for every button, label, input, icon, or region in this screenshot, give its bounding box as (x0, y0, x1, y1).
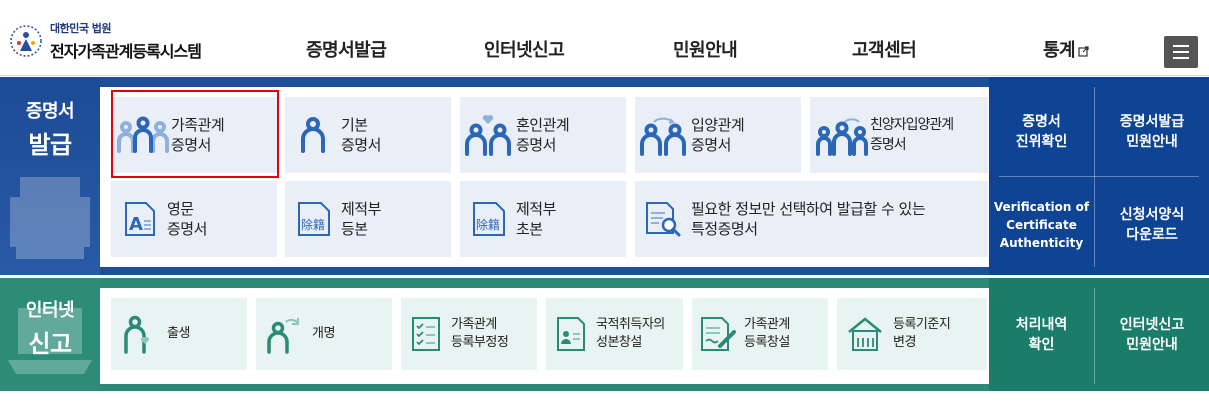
certificate-guide-link[interactable]: 증명서발급 민원안내 (1095, 99, 1209, 165)
tile-rename-report[interactable]: 개명 (256, 298, 392, 370)
tile-adoption-cert[interactable]: 입양관계 증명서 (635, 97, 801, 173)
process-history-link[interactable]: 처리내역 확인 (989, 300, 1094, 370)
tile-marriage-cert-label: 혼인관계 증명서 (516, 116, 570, 154)
tile-rename-report-label: 개명 (312, 326, 335, 341)
tile-base-address-change[interactable]: 등록기준지 변경 (837, 298, 987, 370)
nav-internet-report[interactable]: 인터넷신고 (484, 36, 565, 62)
tile-base-address-change-label: 등록기준지 변경 (893, 317, 951, 350)
nav-customer-center[interactable]: 고객센터 (852, 36, 917, 62)
tile-english-cert-label: 영문 증명서 (167, 200, 207, 238)
removed-register-icon: 除籍 (460, 191, 516, 247)
hamburger-menu-button[interactable] (1164, 36, 1198, 68)
adoption-icon (635, 107, 691, 163)
tile-specific-cert[interactable]: 필요한 정보만 선택하여 발급할 수 있는 특정증명서 (635, 181, 988, 257)
house-icon (837, 306, 893, 362)
report-side-menu: 처리내역 확인 인터넷신고 민원안내 (989, 278, 1209, 391)
svg-text:A: A (129, 214, 143, 235)
family-adoption-icon (814, 107, 870, 163)
couple-heart-icon (460, 107, 516, 163)
tile-marriage-cert[interactable]: 혼인관계 증명서 (460, 97, 626, 173)
id-card-icon (546, 306, 596, 362)
top-header: 대한민국 법원 전자가족관계등록시스템 증명서발급 인터넷신고 민원안내 고객센… (0, 0, 1209, 76)
person-icon (285, 107, 341, 163)
external-link-icon (1078, 41, 1089, 62)
tile-naturalized-surname[interactable]: 국적취득자의 성본창설 (546, 298, 683, 370)
internet-report-section-title: 인터넷 신고 (25, 300, 75, 358)
tile-removed-register-abstract-label: 제적부 초본 (516, 200, 556, 238)
nav-civil-guide[interactable]: 민원안내 (673, 36, 738, 62)
nav-statistics[interactable]: 통계 (1043, 36, 1089, 62)
tile-naturalized-surname-label: 국적취득자의 성본창설 (596, 317, 665, 350)
search-doc-icon (635, 191, 691, 247)
tile-register-creation-label: 가족관계 등록창설 (744, 317, 790, 350)
document-pen-icon (692, 306, 744, 362)
tile-full-adoption-cert-label: 친양자입양관계 증명서 (870, 117, 954, 153)
tile-full-adoption-cert[interactable]: 친양자입양관계 증명서 (810, 97, 988, 173)
svg-text:除籍: 除籍 (476, 217, 500, 232)
removed-register-icon: 除籍 (285, 191, 341, 247)
tile-birth-report[interactable]: 출생 (111, 298, 247, 370)
tile-removed-register-abstract[interactable]: 除籍 제적부 초본 (460, 181, 626, 257)
tile-birth-report-label: 출생 (167, 326, 190, 341)
court-emblem-icon (6, 21, 46, 61)
selection-highlight (111, 90, 279, 178)
certificate-verify-link[interactable]: 증명서 진위확인 (989, 99, 1094, 165)
tile-register-correction-label: 가족관계 등록부정정 (451, 317, 509, 350)
verification-authenticity-link[interactable]: Verification of Certificate Authenticity (989, 189, 1094, 261)
tile-adoption-cert-label: 입양관계 증명서 (691, 116, 745, 154)
tile-specific-cert-label: 필요한 정보만 선택하여 발급할 수 있는 특정증명서 (691, 200, 926, 238)
english-doc-icon: A (111, 191, 167, 247)
birth-icon (111, 306, 167, 362)
tile-removed-register-copy[interactable]: 除籍 제적부 등본 (285, 181, 451, 257)
site-logo[interactable]: 대한민국 법원 전자가족관계등록시스템 (6, 20, 202, 62)
tile-register-creation[interactable]: 가족관계 등록창설 (692, 298, 828, 370)
printer-illustration (10, 177, 90, 259)
certificate-side-menu: 증명서 진위확인 증명서발급 민원안내 Verification of Certifi… (989, 77, 1209, 275)
nav-certificates[interactable]: 증명서발급 (306, 36, 387, 62)
svg-text:除籍: 除籍 (301, 217, 325, 232)
tile-english-cert[interactable]: A 영문 증명서 (111, 181, 277, 257)
logo-subtitle: 대한민국 법원 (50, 22, 112, 35)
logo-title: 전자가족관계등록시스템 (50, 42, 202, 61)
certificate-section-title: 증명서 발급 (25, 101, 75, 159)
tile-basic-cert[interactable]: 기본 증명서 (285, 97, 451, 173)
tile-basic-cert-label: 기본 증명서 (341, 116, 381, 154)
report-guide-link[interactable]: 인터넷신고 민원안내 (1095, 300, 1209, 370)
rename-icon (256, 306, 312, 362)
nav-statistics-label: 통계 (1043, 40, 1076, 61)
form-download-link[interactable]: 신청서양식 다운로드 (1095, 189, 1209, 261)
tile-register-correction[interactable]: 가족관계 등록부정정 (401, 298, 537, 370)
checklist-icon (401, 306, 451, 362)
tile-removed-register-copy-label: 제적부 등본 (341, 200, 381, 238)
